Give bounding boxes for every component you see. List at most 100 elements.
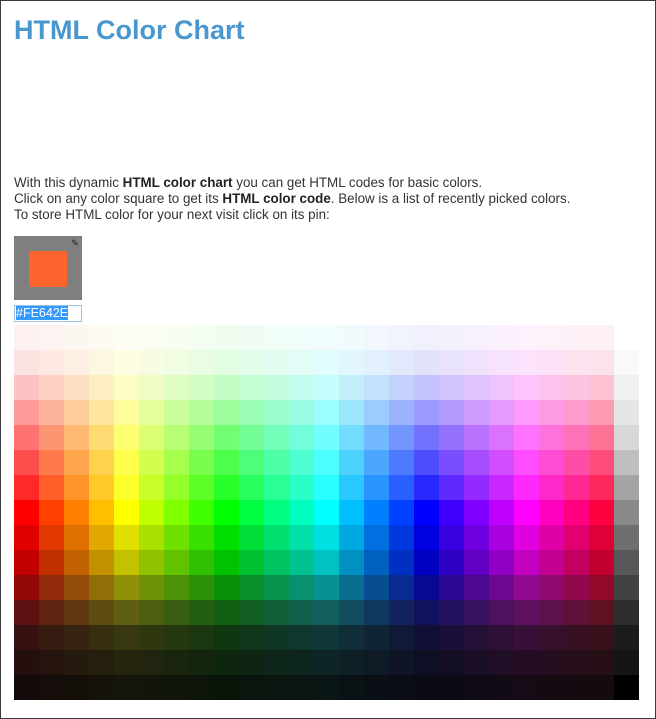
color-cell[interactable] [164,325,189,350]
color-cell[interactable] [289,475,314,500]
color-cell[interactable] [489,500,514,525]
color-cell[interactable] [164,450,189,475]
color-cell[interactable] [239,650,264,675]
color-cell[interactable] [489,575,514,600]
color-cell[interactable] [114,325,139,350]
color-cell[interactable] [464,425,489,450]
color-cell[interactable] [189,475,214,500]
color-cell[interactable] [214,375,239,400]
color-cell[interactable] [464,450,489,475]
color-cell[interactable] [439,500,464,525]
color-cell[interactable] [214,550,239,575]
color-cell[interactable] [14,375,39,400]
color-cell[interactable] [489,325,514,350]
color-cell[interactable] [189,500,214,525]
color-cell[interactable] [339,550,364,575]
color-cell[interactable] [139,475,164,500]
color-cell[interactable] [489,425,514,450]
gray-cell[interactable] [614,425,639,450]
color-cell[interactable] [514,475,539,500]
color-cell[interactable] [339,500,364,525]
gray-cell[interactable] [614,550,639,575]
color-cell[interactable] [64,400,89,425]
color-cell[interactable] [314,675,339,700]
color-cell[interactable] [39,650,64,675]
color-cell[interactable] [439,525,464,550]
color-cell[interactable] [189,675,214,700]
color-cell[interactable] [414,575,439,600]
color-cell[interactable] [589,475,614,500]
color-cell[interactable] [439,675,464,700]
color-cell[interactable] [564,500,589,525]
color-cell[interactable] [189,550,214,575]
color-cell[interactable] [14,400,39,425]
color-cell[interactable] [489,625,514,650]
color-cell[interactable] [214,400,239,425]
color-cell[interactable] [364,375,389,400]
color-cell[interactable] [114,675,139,700]
color-cell[interactable] [564,475,589,500]
color-cell[interactable] [414,600,439,625]
color-cell[interactable] [89,500,114,525]
color-cell[interactable] [489,550,514,575]
color-cell[interactable] [289,350,314,375]
color-cell[interactable] [239,525,264,550]
color-cell[interactable] [414,550,439,575]
color-cell[interactable] [314,350,339,375]
color-cell[interactable] [264,625,289,650]
color-cell[interactable] [364,475,389,500]
color-cell[interactable] [214,650,239,675]
color-cell[interactable] [489,350,514,375]
color-cell[interactable] [89,600,114,625]
color-cell[interactable] [139,575,164,600]
color-cell[interactable] [364,425,389,450]
color-cell[interactable] [514,325,539,350]
color-cell[interactable] [289,500,314,525]
color-cell[interactable] [14,450,39,475]
color-cell[interactable] [64,675,89,700]
color-cell[interactable] [314,475,339,500]
color-cell[interactable] [364,575,389,600]
color-cell[interactable] [214,425,239,450]
color-cell[interactable] [564,525,589,550]
color-cell[interactable] [39,400,64,425]
color-cell[interactable] [389,475,414,500]
color-cell[interactable] [589,325,614,350]
color-cell[interactable] [239,675,264,700]
color-cell[interactable] [264,350,289,375]
color-cell[interactable] [214,575,239,600]
color-cell[interactable] [39,475,64,500]
color-cell[interactable] [164,675,189,700]
color-cell[interactable] [564,425,589,450]
gray-cell[interactable] [614,450,639,475]
color-cell[interactable] [339,575,364,600]
color-cell[interactable] [214,675,239,700]
color-cell[interactable] [539,625,564,650]
color-cell[interactable] [89,675,114,700]
color-cell[interactable] [64,500,89,525]
color-cell[interactable] [14,575,39,600]
color-cell[interactable] [114,350,139,375]
color-cell[interactable] [39,325,64,350]
color-cell[interactable] [364,600,389,625]
color-cell[interactable] [164,350,189,375]
color-cell[interactable] [339,475,364,500]
color-cell[interactable] [239,625,264,650]
color-cell[interactable] [114,650,139,675]
color-cell[interactable] [389,625,414,650]
color-cell[interactable] [439,625,464,650]
color-cell[interactable] [389,400,414,425]
color-cell[interactable] [414,350,439,375]
color-cell[interactable] [264,525,289,550]
color-cell[interactable] [539,400,564,425]
color-cell[interactable] [314,425,339,450]
color-cell[interactable] [514,575,539,600]
color-cell[interactable] [164,550,189,575]
color-cell[interactable] [64,575,89,600]
recent-color-card[interactable]: ✎ [14,236,82,300]
color-cell[interactable] [14,675,39,700]
color-cell[interactable] [339,400,364,425]
color-cell[interactable] [414,500,439,525]
color-cell[interactable] [139,500,164,525]
color-cell[interactable] [14,525,39,550]
